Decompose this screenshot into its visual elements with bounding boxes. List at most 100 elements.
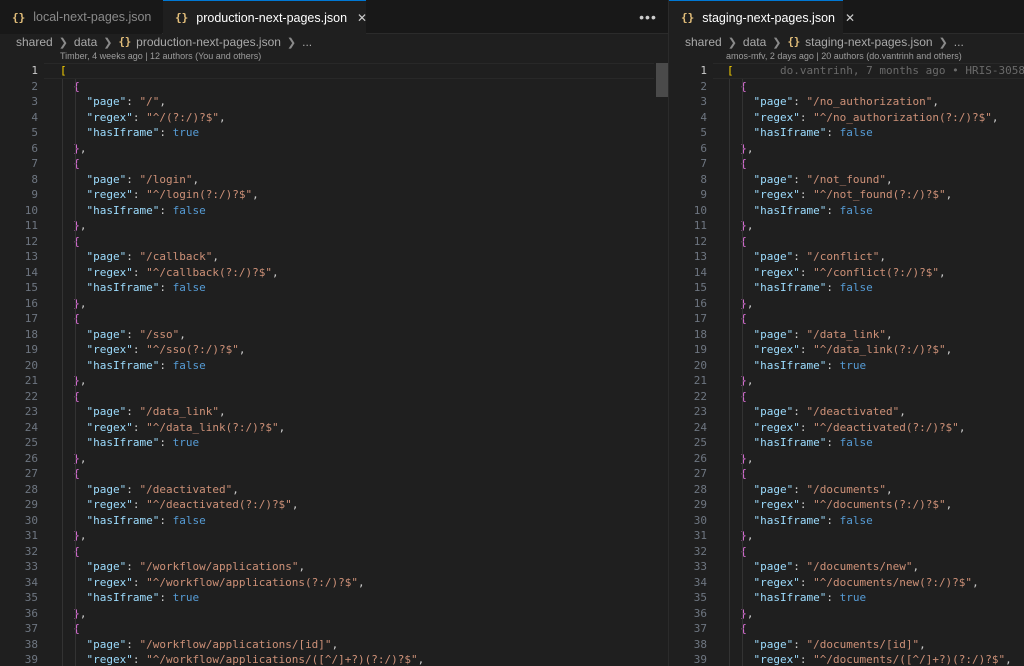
breadcrumb-symbol[interactable]: ...: [954, 35, 964, 49]
code-line[interactable]: 8 "page": "/login",: [0, 172, 668, 188]
close-icon[interactable]: ✕: [357, 11, 367, 25]
code-line[interactable]: 3 "page": "/",: [0, 94, 668, 110]
code-line[interactable]: 23 "page": "/deactivated",: [669, 404, 1024, 420]
code-line[interactable]: 4 "regex": "^/(?:/)?$",: [0, 110, 668, 126]
code-line[interactable]: 25 "hasIframe": false: [669, 435, 1024, 451]
code-line[interactable]: 33 "page": "/documents/new",: [669, 559, 1024, 575]
code-line[interactable]: 24 "regex": "^/data_link(?:/)?$",: [0, 420, 668, 436]
code-line[interactable]: 32 {: [669, 544, 1024, 560]
code-line[interactable]: 29 "regex": "^/deactivated(?:/)?$",: [0, 497, 668, 513]
code-line[interactable]: 13 "page": "/callback",: [0, 249, 668, 265]
code-line[interactable]: 9 "regex": "^/login(?:/)?$",: [0, 187, 668, 203]
code-line[interactable]: 20 "hasIframe": false: [0, 358, 668, 374]
code-line[interactable]: 22 {: [669, 389, 1024, 405]
code-line[interactable]: 33 "page": "/workflow/applications",: [0, 559, 668, 575]
code-line[interactable]: 34 "regex": "^/documents/new(?:/)?$",: [669, 575, 1024, 591]
code-line[interactable]: 24 "regex": "^/deactivated(?:/)?$",: [669, 420, 1024, 436]
code-line[interactable]: 16 },: [669, 296, 1024, 312]
code-editor[interactable]: 1[2 {3 "page": "/", 4 "regex": "^/(?:/)?$…: [0, 63, 668, 666]
code-line[interactable]: 28 "page": "/documents",: [669, 482, 1024, 498]
breadcrumb-symbol[interactable]: ...: [302, 35, 312, 49]
code-line[interactable]: 39 "regex": "^/documents/([^/]+?)(?:/)?$…: [669, 652, 1024, 666]
chevron-right-icon: ❯: [103, 36, 113, 49]
line-content: [ do.vantrinh, 7 months ago • HRIS-3058 …: [727, 63, 1024, 79]
code-line[interactable]: 14 "regex": "^/callback(?:/)?$",: [0, 265, 668, 281]
code-line[interactable]: 2 {: [0, 79, 668, 95]
code-line[interactable]: 17 {: [669, 311, 1024, 327]
close-icon[interactable]: ✕: [845, 11, 855, 25]
code-line[interactable]: 10 "hasIframe": false: [0, 203, 668, 219]
breadcrumb-file[interactable]: staging-next-pages.json: [805, 35, 932, 49]
code-line[interactable]: 12 {: [669, 234, 1024, 250]
code-line[interactable]: 21 },: [669, 373, 1024, 389]
breadcrumb-folder-data[interactable]: data: [743, 35, 766, 49]
code-line[interactable]: 12 {: [0, 234, 668, 250]
code-line[interactable]: 15 "hasIframe": false: [669, 280, 1024, 296]
code-line[interactable]: 6 },: [669, 141, 1024, 157]
tab-label: staging-next-pages.json: [702, 10, 835, 25]
code-line[interactable]: 9 "regex": "^/not_found(?:/)?$",: [669, 187, 1024, 203]
code-line[interactable]: 5 "hasIframe": false: [669, 125, 1024, 141]
code-line[interactable]: 22 {: [0, 389, 668, 405]
code-line[interactable]: 27 {: [0, 466, 668, 482]
code-line[interactable]: 37 {: [669, 621, 1024, 637]
code-line[interactable]: 19 "regex": "^/data_link(?:/)?$",: [669, 342, 1024, 358]
code-line[interactable]: 38 "page": "/documents/[id]",: [669, 637, 1024, 653]
code-line[interactable]: 7 {: [0, 156, 668, 172]
code-line[interactable]: 31 },: [0, 528, 668, 544]
code-line[interactable]: 15 "hasIframe": false: [0, 280, 668, 296]
code-line[interactable]: 23 "page": "/data_link",: [0, 404, 668, 420]
blame-codelens[interactable]: Timber, 4 weeks ago | 12 authors (You an…: [60, 51, 261, 63]
code-line[interactable]: 17 {: [0, 311, 668, 327]
code-line[interactable]: 34 "regex": "^/workflow/applications(?:/…: [0, 575, 668, 591]
tab-local-next-pages[interactable]: {} local-next-pages.json: [0, 0, 162, 34]
code-line[interactable]: 32 {: [0, 544, 668, 560]
code-line[interactable]: 26 },: [0, 451, 668, 467]
json-file-icon: {}: [175, 11, 189, 24]
code-line[interactable]: 11 },: [669, 218, 1024, 234]
tab-production-next-pages[interactable]: {} production-next-pages.json ✕: [163, 0, 367, 34]
code-line[interactable]: 16 },: [0, 296, 668, 312]
code-line[interactable]: 18 "page": "/sso",: [0, 327, 668, 343]
code-line[interactable]: 18 "page": "/data_link",: [669, 327, 1024, 343]
code-line[interactable]: 29 "regex": "^/documents(?:/)?$",: [669, 497, 1024, 513]
code-line[interactable]: 20 "hasIframe": true: [669, 358, 1024, 374]
code-line[interactable]: 11 },: [0, 218, 668, 234]
tab-staging-next-pages[interactable]: {} staging-next-pages.json ✕: [669, 0, 855, 34]
breadcrumb-folder-shared[interactable]: shared: [16, 35, 53, 49]
code-line[interactable]: 4 "regex": "^/no_authorization(?:/)?$",: [669, 110, 1024, 126]
blame-codelens[interactable]: amos-mfv, 2 days ago | 20 authors (do.va…: [726, 51, 962, 63]
breadcrumb-folder-data[interactable]: data: [74, 35, 97, 49]
code-editor[interactable]: 1 [ do.vantrinh, 7 months ago • HRIS-3058…: [669, 63, 1024, 666]
code-line[interactable]: 1 [ do.vantrinh, 7 months ago • HRIS-3058…: [669, 63, 1024, 79]
code-line[interactable]: 1[: [0, 63, 668, 79]
more-actions-icon[interactable]: •••: [632, 0, 664, 34]
code-line[interactable]: 25 "hasIframe": true: [0, 435, 668, 451]
code-line[interactable]: 31 },: [669, 528, 1024, 544]
code-line[interactable]: 19 "regex": "^/sso(?:/)?$",: [0, 342, 668, 358]
code-line[interactable]: 6 },: [0, 141, 668, 157]
code-line[interactable]: 37 {: [0, 621, 668, 637]
code-line[interactable]: 39 "regex": "^/workflow/applications/([^…: [0, 652, 668, 666]
code-line[interactable]: 5 "hasIframe": true: [0, 125, 668, 141]
code-line[interactable]: 27 {: [669, 466, 1024, 482]
code-line[interactable]: 38 "page": "/workflow/applications/[id]"…: [0, 637, 668, 653]
breadcrumb-folder-shared[interactable]: shared: [685, 35, 722, 49]
code-line[interactable]: 26 },: [669, 451, 1024, 467]
code-line[interactable]: 35 "hasIframe": true: [669, 590, 1024, 606]
code-line[interactable]: 36 },: [669, 606, 1024, 622]
code-line[interactable]: 36 },: [0, 606, 668, 622]
code-line[interactable]: 8 "page": "/not_found",: [669, 172, 1024, 188]
breadcrumb-file[interactable]: production-next-pages.json: [136, 35, 281, 49]
code-line[interactable]: 7 {: [669, 156, 1024, 172]
code-line[interactable]: 30 "hasIframe": false: [0, 513, 668, 529]
code-line[interactable]: 21 },: [0, 373, 668, 389]
code-line[interactable]: 13 "page": "/conflict",: [669, 249, 1024, 265]
code-line[interactable]: 35 "hasIframe": true: [0, 590, 668, 606]
code-line[interactable]: 2 {: [669, 79, 1024, 95]
code-line[interactable]: 28 "page": "/deactivated",: [0, 482, 668, 498]
code-line[interactable]: 14 "regex": "^/conflict(?:/)?$",: [669, 265, 1024, 281]
code-line[interactable]: 10 "hasIframe": false: [669, 203, 1024, 219]
code-line[interactable]: 3 "page": "/no_authorization",: [669, 94, 1024, 110]
code-line[interactable]: 30 "hasIframe": false: [669, 513, 1024, 529]
